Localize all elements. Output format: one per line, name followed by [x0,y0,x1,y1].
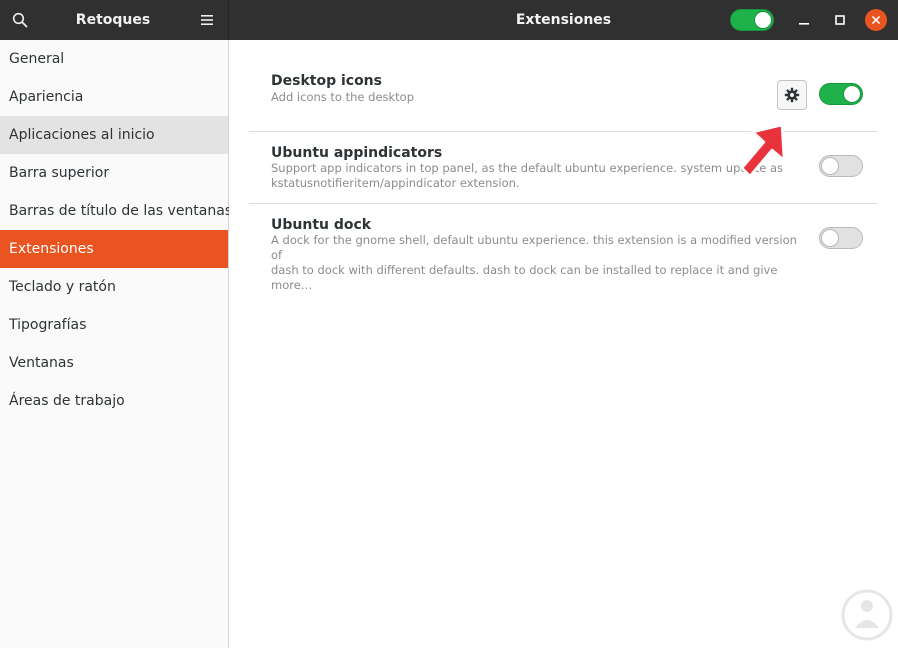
gear-icon [784,87,800,103]
red-arrow-annotation [740,123,786,178]
description-line: dash to dock with different defaults. da… [271,263,778,292]
switch-knob [754,11,772,29]
sidebar-item-aplicaciones-al-inicio[interactable]: Aplicaciones al inicio [0,116,228,154]
maximize-icon[interactable] [828,8,852,32]
hamburger-menu-icon[interactable] [195,8,219,32]
sidebar-item-extensiones[interactable]: Extensiones [0,230,228,268]
switch-knob [821,157,839,175]
description-line: A dock for the gnome shell, default ubun… [271,233,797,262]
sidebar-item-general[interactable]: General [0,40,228,78]
extension-name: Desktop icons [271,73,382,89]
sidebar-item-apariencia[interactable]: Apariencia [0,78,228,116]
desktop-icons-settings-button[interactable] [777,80,807,110]
extensions-master-switch[interactable] [730,9,774,31]
description-line: kstatusnotifieritem/appindicator extensi… [271,176,520,190]
ubuntu-appindicators-switch[interactable] [819,155,863,177]
search-icon[interactable] [8,8,32,32]
desktop-icons-switch[interactable] [819,83,863,105]
sidebar: General Apariencia Aplicaciones al inici… [0,40,232,648]
sidebar-item-areas-de-trabajo[interactable]: Áreas de trabajo [0,382,228,420]
description-line: Support app indicators in top panel, as … [271,161,783,175]
extension-name: Ubuntu appindicators [271,145,443,161]
sidebar-item-tipografias[interactable]: Tipografías [0,306,228,344]
sidebar-item-barras-de-titulo[interactable]: Barras de título de las ventanas [0,192,232,230]
switch-knob [821,229,839,247]
switch-knob [843,85,861,103]
extension-description: Support app indicators in top panel, as … [271,161,801,191]
extension-description: A dock for the gnome shell, default ubun… [271,233,801,293]
extensions-panel: Desktop icons Add icons to the desktop U… [229,40,898,648]
extension-name: Ubuntu dock [271,217,372,233]
ubuntu-dock-switch[interactable] [819,227,863,249]
extension-description: Add icons to the desktop [271,90,801,105]
close-icon[interactable] [865,9,887,31]
sidebar-item-ventanas[interactable]: Ventanas [0,344,228,382]
watermark-logo [841,589,893,641]
sidebar-item-teclado-y-raton[interactable]: Teclado y ratón [0,268,228,306]
app-title: Retoques [75,12,151,28]
description-line: Add icons to the desktop [271,90,415,104]
extension-row-ubuntu-dock: Ubuntu dock A dock for the gnome shell, … [249,204,877,292]
minimize-icon[interactable] [792,8,816,32]
sidebar-item-barra-superior[interactable]: Barra superior [0,154,228,192]
headerbar: Retoques Extensiones [0,0,898,40]
